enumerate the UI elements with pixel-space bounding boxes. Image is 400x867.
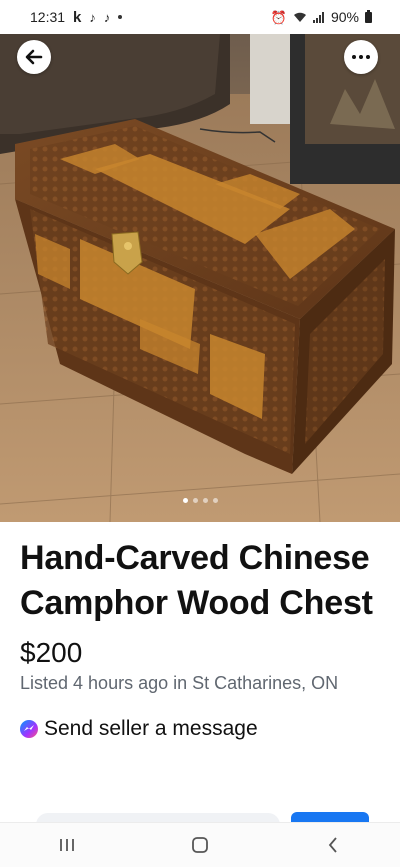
- system-nav-bar: [0, 822, 400, 867]
- battery-icon: [365, 9, 372, 23]
- listing-details: Hand-Carved Chinese Camphor Wood Chest $…: [0, 522, 400, 822]
- listing-meta: Listed 4 hours ago in St Catharines, ON: [20, 673, 339, 693]
- pager-dot-active: [183, 498, 188, 503]
- send-message-label: Send seller a message: [44, 717, 258, 740]
- chest-photo-illustration: [0, 34, 400, 522]
- recent-apps-button[interactable]: [37, 825, 97, 865]
- listing-price: $200: [20, 637, 83, 668]
- listing-title: Hand-Carved Chinese Camphor Wood Chest: [20, 539, 373, 622]
- send-message-row: Send seller a message: [20, 717, 380, 741]
- battery-percent: 90%: [330, 9, 359, 25]
- wifi-icon: [293, 12, 306, 22]
- chevron-left-icon: [329, 837, 337, 853]
- home-button[interactable]: [170, 825, 230, 865]
- arrow-left-icon: [25, 49, 43, 65]
- recent-apps-icon: [59, 839, 74, 851]
- pager-dot: [193, 498, 198, 503]
- more-dots-icon: [352, 55, 370, 59]
- status-bar: 12:31 k ♪ ♪ ⏰ 90%: [0, 0, 400, 34]
- status-left: 12:31 k ♪ ♪: [30, 8, 123, 26]
- k-app-icon: k: [73, 8, 82, 26]
- tiktok-icon: ♪: [89, 9, 96, 25]
- pager-dot: [213, 498, 218, 503]
- home-icon: [192, 837, 208, 853]
- status-right: ⏰ 90%: [271, 9, 372, 25]
- tiktok-icon: ♪: [103, 9, 111, 25]
- signal-icon: [312, 11, 324, 23]
- pager-dot: [203, 498, 208, 503]
- back-button[interactable]: [17, 40, 51, 74]
- listing-photo[interactable]: [0, 34, 400, 522]
- alarm-icon: ⏰: [270, 9, 287, 25]
- messenger-icon: [20, 720, 38, 738]
- more-options-button[interactable]: [344, 40, 378, 74]
- more-notifications-dot-icon: [118, 15, 123, 19]
- photo-pager: [183, 498, 218, 503]
- status-time: 12:31: [30, 9, 66, 25]
- system-back-button[interactable]: [303, 825, 363, 865]
